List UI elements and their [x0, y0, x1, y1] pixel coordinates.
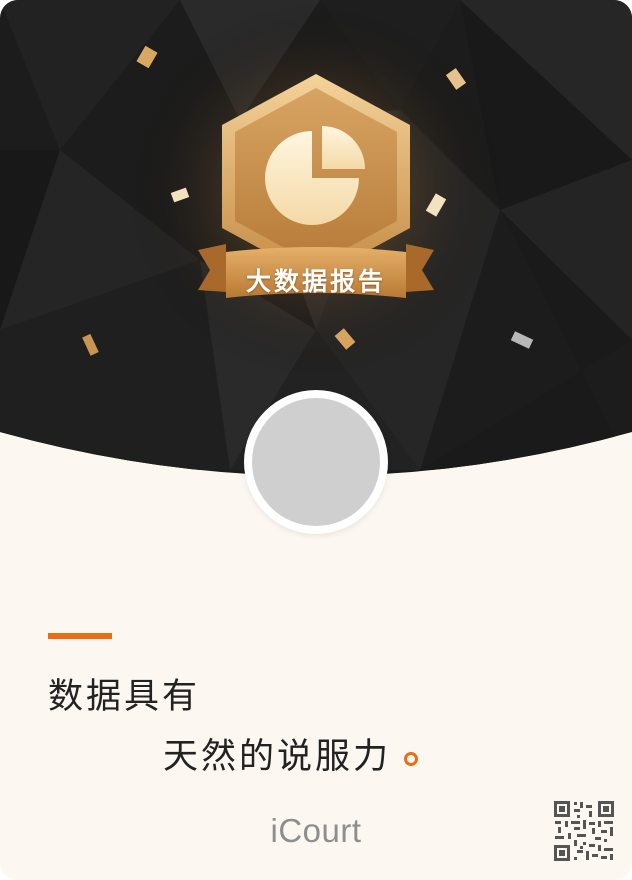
slogan-line-2: 天然的说服力 — [163, 737, 392, 777]
slogan-line-1: 数据具有 — [48, 677, 201, 717]
report-share-card: 大数据报告 数据具有 天然的说服力 iCourt — [0, 0, 632, 880]
avatar-frame — [244, 390, 388, 534]
brand-logo: iCourt — [270, 812, 362, 849]
avatar[interactable] — [252, 398, 380, 526]
period-dot-icon — [404, 752, 418, 766]
badge-label: 大数据报告 — [245, 267, 386, 296]
accent-bar — [48, 633, 112, 639]
qr-code-icon[interactable] — [553, 800, 615, 862]
